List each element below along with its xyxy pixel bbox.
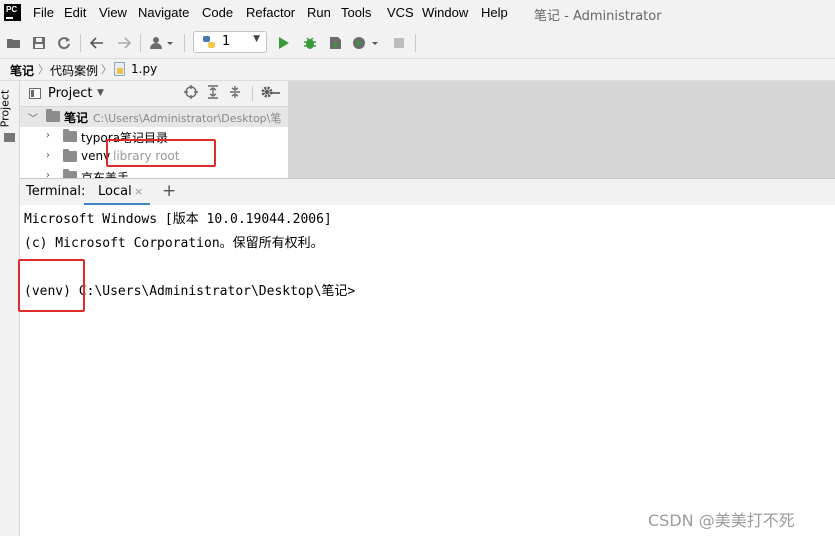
run-coverage-icon[interactable] (326, 34, 344, 52)
chevron-down-icon: ▼ (253, 34, 260, 44)
sync-icon[interactable] (55, 34, 73, 52)
toolbar-separator (184, 34, 185, 52)
annotation-box-library-root (106, 139, 216, 167)
terminal-tab-bar: Terminal: Local × + (20, 178, 835, 206)
user-dropdown-icon[interactable] (148, 34, 176, 52)
chevron-right-icon[interactable]: › (46, 170, 50, 178)
breadcrumb: 笔记 〉 代码案例 〉 1.py (0, 59, 835, 81)
menu-run[interactable]: Run (307, 5, 331, 20)
stop-icon[interactable] (390, 34, 408, 52)
menu-refactor[interactable]: Refactor (246, 5, 295, 20)
hide-panel-icon[interactable] (269, 86, 281, 102)
toolbar-separator (140, 34, 141, 52)
project-view-icon (29, 88, 41, 99)
window-title: 笔记 - Administrator (534, 9, 662, 24)
menu-help[interactable]: Help (481, 5, 508, 20)
chevron-right-icon[interactable]: › (46, 130, 50, 141)
save-icon[interactable] (30, 34, 48, 52)
menu-file[interactable]: File (33, 5, 54, 20)
menu-navigate[interactable]: Navigate (138, 5, 189, 20)
profile-dropdown-icon[interactable] (351, 34, 381, 52)
python-file-icon (114, 62, 125, 76)
debug-bug-icon[interactable] (301, 34, 319, 52)
tree-item-root[interactable]: ﹀ 笔记 C:\Users\Administrator\Desktop\笔 (20, 107, 288, 127)
close-icon[interactable]: × (134, 185, 143, 198)
terminal-line: (c) Microsoft Corporation。保留所有权利。 (24, 236, 324, 251)
menu-edit[interactable]: Edit (64, 5, 86, 20)
chevron-right-icon[interactable]: › (46, 150, 50, 161)
menu-view[interactable]: View (99, 5, 127, 20)
left-tool-strip: Project (0, 81, 20, 536)
menu-code[interactable]: Code (202, 5, 233, 20)
expand-all-icon[interactable] (206, 85, 220, 103)
folder-icon (46, 109, 60, 122)
folder-icon (63, 129, 77, 142)
python-icon (203, 36, 215, 48)
project-view-title[interactable]: Project (48, 86, 92, 101)
project-panel-header: Project ▼ (20, 81, 288, 107)
run-configuration-select[interactable]: 1 ▼ (193, 31, 267, 53)
breadcrumb-chevron-icon: 〉 (101, 63, 112, 76)
back-arrow-icon[interactable] (88, 34, 106, 52)
tree-item-folder[interactable]: › 京东美手 (20, 167, 288, 178)
menu-tools[interactable]: Tools (341, 5, 371, 20)
terminal-line: Microsoft Windows [版本 10.0.19044.2006] (24, 212, 332, 227)
watermark: CSDN @美美打不死 (648, 511, 795, 530)
terminal-label: Terminal: (26, 184, 86, 199)
collapse-all-icon[interactable] (228, 85, 242, 103)
locate-target-icon[interactable] (184, 85, 198, 103)
annotation-box-venv-prompt (18, 259, 85, 312)
folder-icon (4, 133, 15, 142)
breadcrumb-chevron-icon: 〉 (38, 63, 49, 76)
toolbar: 1 ▼ (0, 28, 835, 59)
toolbar-separator (80, 34, 81, 52)
run-configuration-label: 1 (222, 34, 231, 49)
menu-bar: PC File Edit View Navigate Code Refactor… (0, 0, 835, 28)
forward-arrow-icon[interactable] (115, 34, 133, 52)
folder-icon (63, 169, 77, 178)
pycharm-logo-icon: PC (4, 4, 21, 21)
editor-empty-area (288, 81, 835, 178)
run-icon[interactable] (275, 34, 293, 52)
tab-local-label: Local (98, 184, 132, 199)
menu-window[interactable]: Window (422, 5, 468, 20)
chevron-down-icon[interactable]: ▼ (97, 88, 104, 98)
open-folder-icon[interactable] (5, 34, 23, 52)
chevron-down-icon[interactable]: ﹀ (28, 110, 38, 125)
breadcrumb-project[interactable]: 笔记 (10, 62, 34, 79)
terminal-output[interactable]: Microsoft Windows [版本 10.0.19044.2006] (… (20, 205, 835, 536)
header-separator (252, 86, 253, 101)
project-tool-button[interactable]: Project (0, 86, 16, 132)
menu-vcs[interactable]: VCS (387, 5, 414, 20)
toolbar-separator (415, 34, 416, 52)
folder-icon (63, 149, 77, 162)
breadcrumb-file[interactable]: 1.py (131, 62, 157, 76)
breadcrumb-folder[interactable]: 代码案例 (50, 62, 98, 79)
tab-local[interactable]: Local × (84, 179, 150, 206)
new-terminal-plus-icon[interactable]: + (162, 181, 176, 201)
